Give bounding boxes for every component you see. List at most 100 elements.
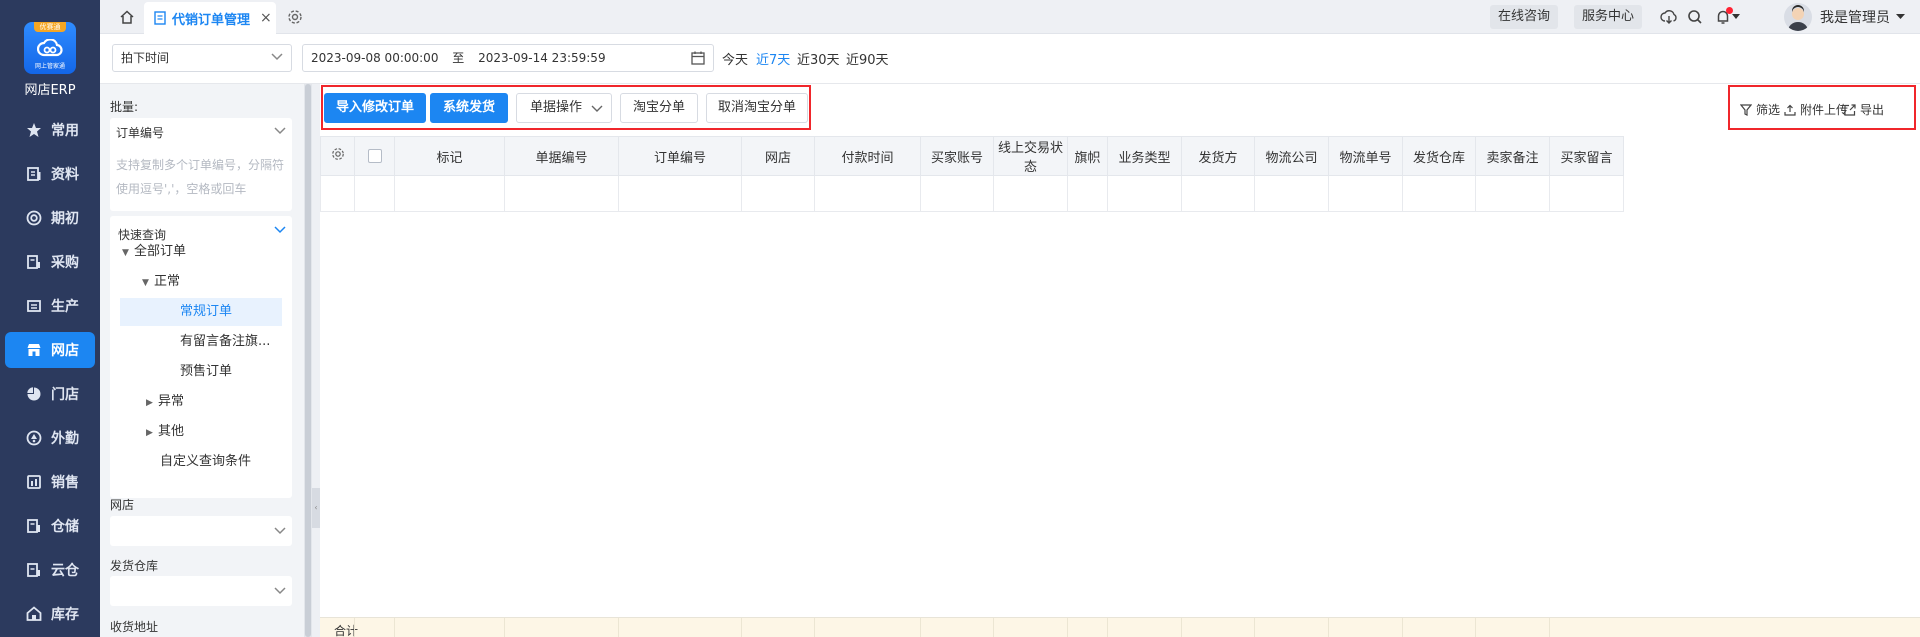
footer-divider: [1067, 618, 1068, 637]
select-all-checkbox[interactable]: [367, 149, 382, 163]
chevron-down-icon: [271, 53, 283, 61]
warehouse-select[interactable]: [110, 576, 292, 606]
column-header[interactable]: 买家账号: [920, 136, 994, 176]
column-header[interactable]: 网店: [741, 136, 815, 176]
nav-item-sales[interactable]: 销售: [5, 464, 95, 500]
table-cell: [618, 175, 742, 212]
quick-30-days[interactable]: 近30天: [797, 49, 840, 68]
footer-divider: [504, 618, 505, 637]
nav-item-inventory[interactable]: 库存: [5, 596, 95, 632]
tree-abnormal[interactable]: ▶ 异常: [146, 388, 282, 416]
nav-item-shop[interactable]: 网店: [5, 332, 95, 368]
column-header[interactable]: 物流单号: [1328, 136, 1403, 176]
attachment-upload-button[interactable]: 附件上传: [1784, 101, 1848, 118]
shop-icon: [25, 341, 43, 359]
nav-item-cloud-warehouse[interactable]: 云仓: [5, 552, 95, 588]
tree-regular-orders[interactable]: 常规订单: [120, 298, 282, 326]
tree-custom-query[interactable]: 自定义查询条件: [160, 448, 290, 476]
column-header[interactable]: 订单编号: [618, 136, 742, 176]
table-cell: [320, 175, 355, 212]
column-header[interactable]: 单据编号: [504, 136, 619, 176]
nav-item-initial[interactable]: 期初: [5, 200, 95, 236]
tree-normal[interactable]: ▼ 正常: [142, 268, 282, 296]
cancel-taobao-split-button[interactable]: 取消淘宝分单: [706, 93, 808, 123]
side-scrollbar[interactable]: [305, 84, 311, 637]
table-cell: [354, 175, 395, 212]
online-consult-button[interactable]: 在线咨询: [1490, 5, 1559, 29]
chevron-down-icon: [274, 527, 286, 535]
warehouse-icon: [25, 517, 43, 535]
main-content: 导入修改订单 系统发货 单据操作 淘宝分单 取消淘宝分单 筛选 附件上传 导出 …: [320, 84, 1920, 637]
table-header-row: 标记 单据编号 订单编号 网店 付款时间 买家账号 线上交易状态 旗帜 业务类型…: [320, 136, 1624, 176]
table-cell: [1181, 175, 1255, 212]
shop-select[interactable]: [110, 516, 292, 546]
time-field-select[interactable]: 拍下时间: [112, 44, 292, 72]
tab-consignment-orders[interactable]: 代销订单管理 ×: [144, 2, 276, 34]
column-header[interactable]: 物流公司: [1254, 136, 1329, 176]
select-all-header[interactable]: [354, 136, 395, 176]
app-name: 网店ERP: [24, 83, 76, 98]
quick-today[interactable]: 今天: [722, 49, 748, 68]
filter-button[interactable]: 筛选: [1740, 101, 1780, 118]
column-header[interactable]: 卖家备注: [1475, 136, 1550, 176]
batch-field-select[interactable]: 订单编号: [116, 124, 164, 141]
chevron-down-icon[interactable]: [274, 226, 286, 234]
home-icon[interactable]: [116, 6, 138, 28]
tree-other[interactable]: ▶ 其他: [146, 418, 282, 446]
search-icon[interactable]: [1684, 6, 1706, 28]
import-modify-orders-button[interactable]: 导入修改订单: [324, 93, 426, 123]
nav-item-field[interactable]: 外勤: [5, 420, 95, 456]
collapse-handle[interactable]: ‹: [312, 488, 320, 528]
filter-label: 筛选: [1756, 103, 1781, 117]
download-cloud-icon[interactable]: [1658, 6, 1680, 28]
table-cell: [1107, 175, 1182, 212]
table-cell: [1067, 175, 1108, 212]
purchase-icon: [25, 253, 43, 271]
quick-7-days[interactable]: 近7天: [756, 49, 790, 68]
field-icon: [25, 429, 43, 447]
caret-down-icon: ▼: [142, 278, 149, 288]
nav-item-common[interactable]: 常用: [5, 112, 95, 148]
gear-icon[interactable]: [284, 6, 306, 28]
nav-item-data[interactable]: 资料: [5, 156, 95, 192]
logo-subtitle: 网上管家通: [34, 63, 65, 70]
footer-divider: [920, 618, 921, 637]
column-header[interactable]: 旗帜: [1067, 136, 1108, 176]
chevron-down-icon[interactable]: [274, 127, 286, 135]
column-header[interactable]: 买家留言: [1549, 136, 1624, 176]
export-button[interactable]: 导出: [1844, 101, 1884, 118]
user-menu[interactable]: 我是管理员: [1784, 1, 1906, 33]
date-range-picker[interactable]: 2023-09-08 00:00:00 至 2023-09-14 23:59:5…: [302, 44, 714, 72]
column-header[interactable]: 业务类型: [1107, 136, 1182, 176]
batch-hint-line1: 支持复制多个订单编号，分隔符: [116, 158, 285, 172]
tree-with-notes[interactable]: 有留言备注旗...: [180, 328, 284, 356]
avatar: [1784, 3, 1812, 31]
column-header[interactable]: 发货仓库: [1402, 136, 1476, 176]
tree-all-orders[interactable]: ▼ 全部订单: [122, 238, 282, 266]
nav-item-production[interactable]: 生产: [5, 288, 95, 324]
taobao-split-button[interactable]: 淘宝分单: [620, 93, 698, 123]
close-icon[interactable]: ×: [260, 10, 272, 26]
column-header[interactable]: 付款时间: [814, 136, 921, 176]
quick-90-days[interactable]: 近90天: [846, 49, 889, 68]
column-header[interactable]: 线上交易状态: [993, 136, 1068, 176]
table-row[interactable]: [320, 175, 1624, 212]
calendar-icon[interactable]: [691, 51, 705, 65]
nav-item-warehouse[interactable]: 仓储: [5, 508, 95, 544]
column-header[interactable]: 发货方: [1181, 136, 1255, 176]
system-ship-button[interactable]: 系统发货: [430, 93, 508, 123]
inventory-icon: [25, 605, 43, 623]
app-logo[interactable]: 优赛通 网上管家通: [24, 22, 76, 74]
service-center-button[interactable]: 服务中心: [1574, 5, 1643, 29]
gear-icon[interactable]: [331, 147, 345, 161]
column-header[interactable]: 标记: [394, 136, 505, 176]
nav-item-purchase[interactable]: 采购: [5, 244, 95, 280]
caret-down-icon[interactable]: [1730, 6, 1742, 28]
caret-right-icon: ▶: [146, 398, 153, 408]
column-settings[interactable]: [320, 136, 355, 176]
document-operations-dropdown[interactable]: 单据操作: [516, 93, 612, 123]
tree-presale[interactable]: 预售订单: [180, 358, 284, 386]
nav-item-store[interactable]: 门店: [5, 376, 95, 412]
sales-icon: [25, 473, 43, 491]
batch-hint-line2: 使用逗号','，空格或回车: [116, 182, 247, 196]
